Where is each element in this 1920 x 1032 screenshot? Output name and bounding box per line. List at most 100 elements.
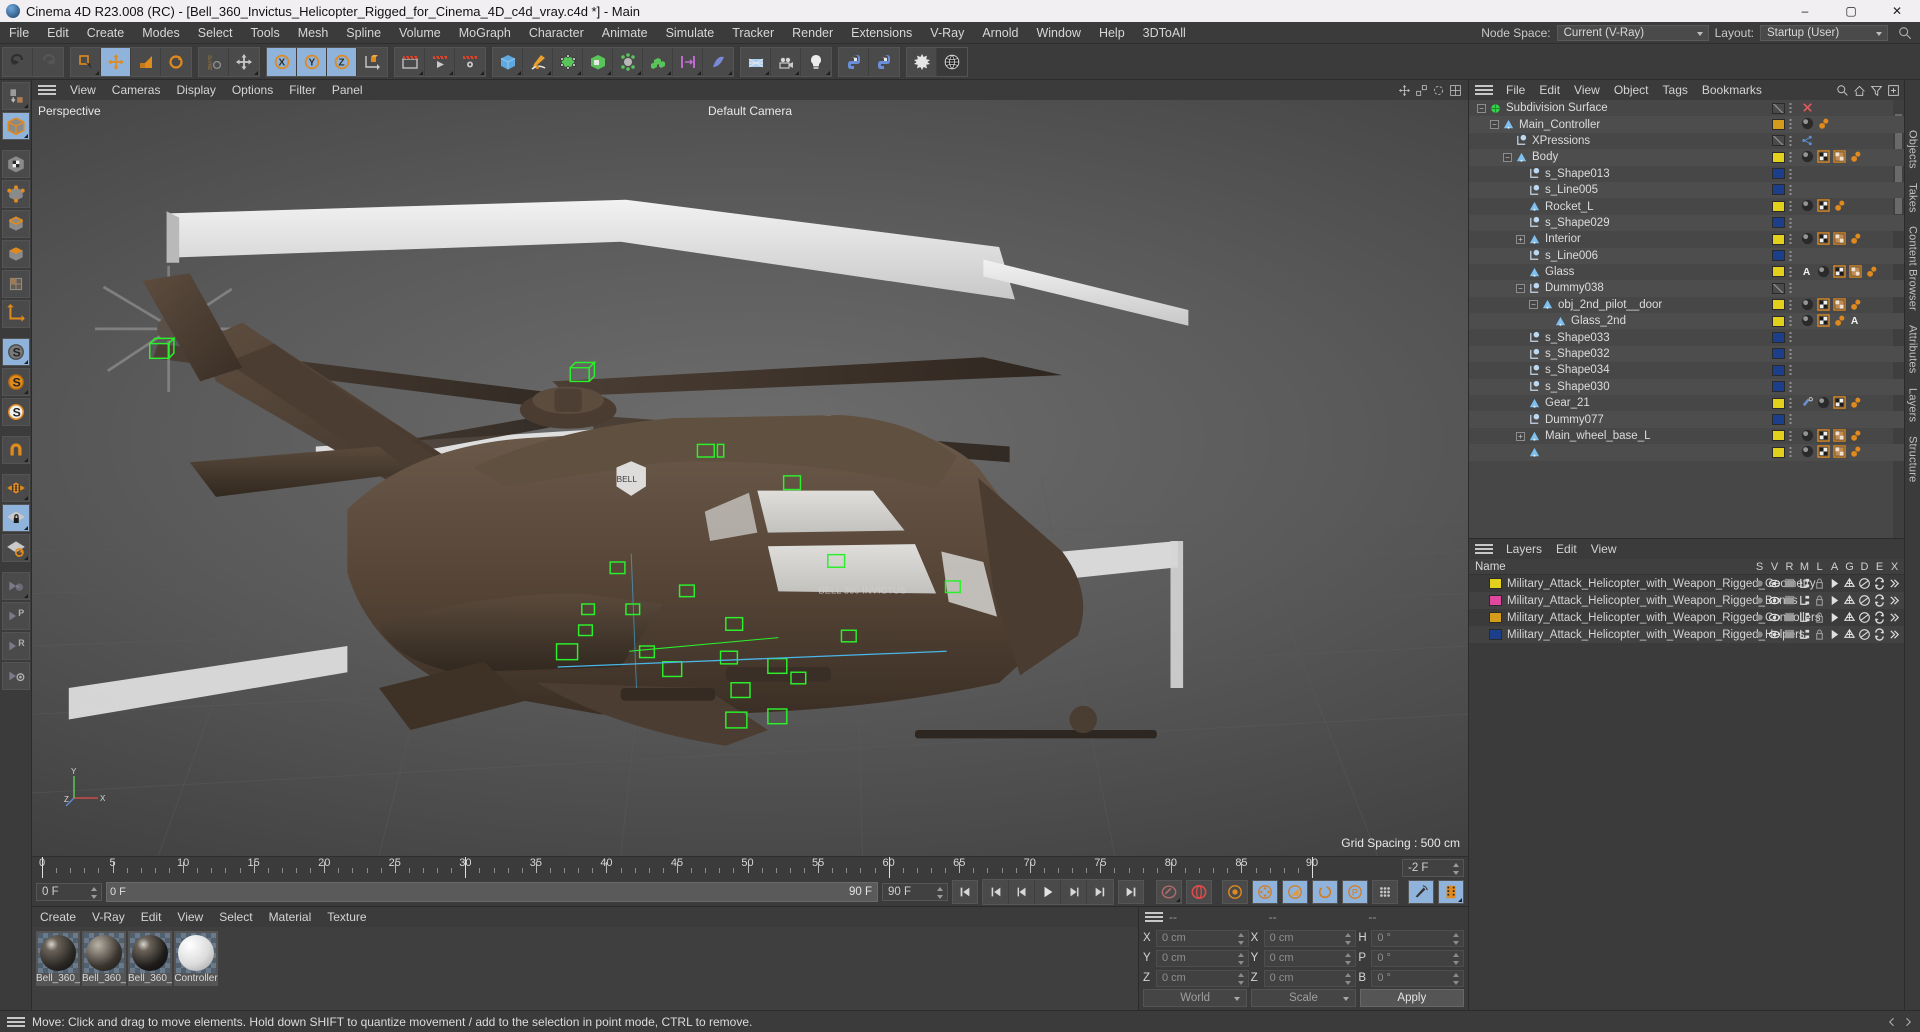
layer-flag-v-toggle[interactable] (1767, 628, 1782, 641)
timeline-scrub-track[interactable]: 0 F 90 F (106, 882, 878, 902)
layer-flag-l-toggle[interactable] (1812, 628, 1827, 641)
vertexmap-icon[interactable] (1865, 265, 1878, 278)
uv-icon[interactable] (1817, 297, 1830, 311)
layer-flag-r-toggle[interactable] (1782, 594, 1797, 607)
snap-settings-button[interactable]: S (1, 398, 30, 426)
object-row[interactable]: − Body (1469, 149, 1904, 166)
menu-item-extensions[interactable]: Extensions (842, 22, 921, 44)
timeline-range-end-field[interactable]: -2 F (1402, 859, 1464, 877)
material-swatch[interactable]: Bell_360_ (82, 931, 126, 986)
uv-icon[interactable] (1833, 265, 1846, 278)
coord-position-field-Z[interactable]: 0 cm (1156, 969, 1249, 987)
layer-flag-s-toggle[interactable] (1752, 594, 1767, 607)
menu-item-tools[interactable]: Tools (242, 22, 289, 44)
vertexmap-icon[interactable] (1849, 150, 1862, 163)
layer-row[interactable]: Military_Attack_Helicopter_with_Weapon_R… (1469, 575, 1904, 592)
layer-color-swatch[interactable] (1489, 578, 1502, 589)
move-viewport-icon[interactable] (1398, 84, 1411, 97)
world-move-button[interactable] (229, 47, 259, 76)
letter-a-icon[interactable]: A (1849, 314, 1862, 327)
object-visibility-dots[interactable] (1789, 216, 1792, 229)
object-visibility-dots[interactable] (1789, 233, 1792, 246)
render-settings-button[interactable] (455, 47, 485, 76)
object-layer-color-swatch[interactable] (1772, 413, 1785, 425)
point-level-animation-button[interactable] (1372, 880, 1398, 904)
layer-row[interactable]: Military_Attack_Helicopter_with_Weapon_R… (1469, 626, 1904, 643)
object-visibility-dots[interactable] (1789, 151, 1792, 164)
object-row[interactable]: s_Shape013 (1469, 166, 1904, 182)
object-layer-color-swatch[interactable] (1772, 315, 1785, 327)
layer-flag-r-toggle[interactable] (1782, 577, 1797, 590)
spinner-icon[interactable] (1453, 952, 1461, 966)
object-row[interactable]: − Main_Controller (1469, 116, 1904, 133)
object-layer-color-swatch[interactable] (1772, 118, 1785, 130)
deformer-button[interactable] (613, 47, 643, 76)
layout-dropdown[interactable]: Startup (User) (1760, 25, 1888, 41)
texture-icon[interactable] (1833, 232, 1846, 245)
object-visibility-dots[interactable] (1789, 167, 1792, 180)
menu-item-select[interactable]: Select (189, 22, 242, 44)
right-tab-attributes[interactable]: Attributes (1907, 325, 1919, 373)
right-tab-content-browser[interactable]: Content Browser (1907, 226, 1919, 311)
layer-flag-a-toggle[interactable] (1827, 594, 1842, 607)
model-mode-button[interactable] (1, 112, 30, 140)
material-menu-vray[interactable]: V-Ray (84, 907, 133, 927)
menu-item-v-ray[interactable]: V-Ray (921, 22, 973, 44)
vertexmap-icon[interactable] (1833, 199, 1846, 212)
timeline-ruler[interactable]: -2 F 05101520253035404550556065707580859… (32, 856, 1468, 878)
ly-menu-view[interactable]: View (1584, 539, 1624, 559)
material-icon[interactable] (1801, 429, 1814, 442)
noise-button[interactable] (907, 47, 937, 76)
mograph-cloner-button[interactable] (643, 47, 673, 76)
uv-icon[interactable] (1817, 150, 1830, 163)
menu-item-edit[interactable]: Edit (38, 22, 78, 44)
layer-flag-a-toggle[interactable] (1827, 628, 1842, 641)
object-visibility-dots[interactable] (1789, 183, 1792, 196)
object-tree[interactable]: − Subdivision Surface − Main_Controller XPre… (1469, 100, 1904, 538)
material-icon[interactable] (1801, 298, 1814, 311)
om-menu-file[interactable]: File (1499, 80, 1532, 100)
vertexmap-icon[interactable] (1817, 117, 1830, 130)
menu-item-spline[interactable]: Spline (337, 22, 390, 44)
object-row[interactable]: s_Shape030 (1469, 378, 1904, 396)
object-visibility-dots[interactable] (1789, 265, 1792, 278)
spinner-icon[interactable] (1453, 972, 1461, 986)
object-row[interactable]: s_Line006 (1469, 247, 1904, 264)
object-layer-color-swatch[interactable] (1772, 364, 1785, 376)
move-tool-button[interactable] (101, 47, 131, 76)
ly-menu-layers[interactable]: Layers (1499, 539, 1549, 559)
object-layer-color-swatch[interactable] (1772, 135, 1785, 147)
layer-flag-r-toggle[interactable] (1782, 611, 1797, 624)
object-visibility-dots[interactable] (1789, 446, 1792, 459)
layer-flag-e-toggle[interactable] (1872, 628, 1887, 641)
keyframe-selection-button[interactable] (1222, 880, 1248, 904)
spinner-icon[interactable] (1237, 972, 1246, 986)
material-icon[interactable] (1801, 199, 1814, 212)
om-menu-edit[interactable]: Edit (1532, 80, 1567, 100)
close-x-icon[interactable] (1801, 101, 1814, 114)
psr-reset-button[interactable]: PSR (199, 47, 229, 76)
layer-flag-d-toggle[interactable] (1857, 594, 1872, 607)
tree-expander[interactable]: − (1516, 283, 1525, 293)
layer-row[interactable]: Military_Attack_Helicopter_with_Weapon_R… (1469, 609, 1904, 626)
uv-icon[interactable] (1817, 445, 1830, 458)
object-layer-color-swatch[interactable] (1772, 217, 1785, 229)
right-tab-takes[interactable]: Takes (1907, 183, 1919, 213)
right-tab-objects[interactable]: Objects (1907, 130, 1919, 169)
render-view-button[interactable] (395, 47, 425, 76)
layer-flag-x-toggle[interactable] (1887, 628, 1902, 641)
texture-icon[interactable] (1849, 265, 1862, 278)
globe-button[interactable] (937, 47, 967, 76)
vertexmap-icon[interactable] (1849, 429, 1862, 442)
spinner-icon[interactable] (1345, 972, 1353, 986)
joint-p-button[interactable]: P (1, 602, 30, 630)
material-icon[interactable] (1801, 445, 1814, 458)
previous-keyframe-button[interactable] (983, 880, 1009, 904)
object-row[interactable]: Glass_2nd A (1469, 313, 1904, 330)
camera-button[interactable] (771, 47, 801, 76)
go-to-end-button[interactable] (1118, 880, 1144, 904)
spinner-icon[interactable] (1237, 952, 1246, 966)
object-visibility-dots[interactable] (1789, 364, 1792, 377)
object-row[interactable]: − Dummy038 (1469, 280, 1904, 297)
object-row[interactable] (1469, 444, 1904, 461)
